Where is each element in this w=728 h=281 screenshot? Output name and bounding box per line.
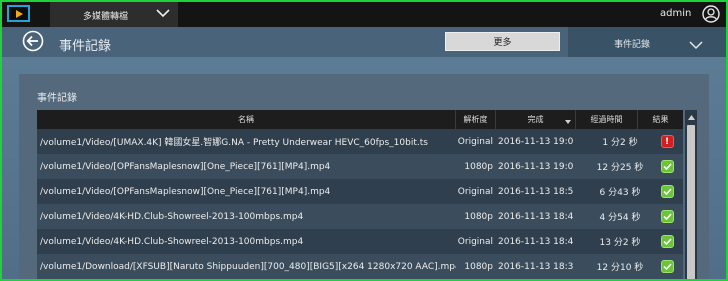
row-file-name: /volume1/Video/4K-HD.Club-Showreel-2013-… [40,211,304,222]
row-resolution: Original [457,236,493,247]
table-row[interactable]: /volume1/Video/[OPFansMaplesnow][One_Pie… [37,179,683,204]
row-done-time: 2016-11-13 18:5... [498,186,574,197]
user-icon[interactable] [702,5,720,27]
row-resolution: 1080p [464,261,493,272]
row-resolution: Original [457,136,493,147]
column-header-name[interactable]: 名稱 [37,110,456,129]
chevron-down-icon [156,8,170,21]
table-row[interactable]: /volume1/Video/4K-HD.Club-Showreel-2013-… [37,229,683,254]
view-select-dropdown[interactable]: 事件記錄 [568,27,726,57]
top-bar: 多媒體轉檔 admin [2,2,726,27]
panel-title: 事件記錄 [37,93,77,104]
row-file-name: /volume1/Video/4K-HD.Club-Showreel-2013-… [40,236,304,247]
checkmark-icon [660,185,674,198]
row-done-time: 2016-11-13 18:3... [498,261,574,272]
table-header: 名稱 解析度 完成 經過時間 結果 [37,110,683,129]
row-file-name: /volume1/Download/[XFSUB][Naruto Shippuu… [40,261,456,272]
scrollbar-thumb[interactable] [687,125,695,279]
table-row[interactable]: /volume1/Video/[OPFansMaplesnow][One_Pie… [37,154,683,179]
app-logo-icon[interactable] [7,5,30,22]
scroll-up-icon[interactable] [685,110,697,124]
column-header-done-label: 完成 [527,115,544,124]
row-done-time: 2016-11-13 18:4... [498,211,574,222]
checkmark-icon [660,235,674,248]
column-header-elapsed[interactable]: 經過時間 [576,110,638,129]
error-icon: ! [660,135,674,148]
app-menu-label: 多媒體轉檔 [83,12,129,22]
app-menu-dropdown[interactable]: 多媒體轉檔 [50,2,178,27]
row-resolution: 1080p [464,211,493,222]
table-row[interactable]: /volume1/Download/[XFSUB][Naruto Shippuu… [37,254,683,279]
chevron-down-icon [689,35,703,54]
column-header-resolution[interactable]: 解析度 [456,110,496,129]
table-row[interactable]: /volume1/Video/4K-HD.Club-Showreel-2013-… [37,204,683,229]
page-title: 事件記錄 [59,39,112,54]
row-done-time: 2016-11-13 19:0... [498,136,574,147]
checkmark-icon [660,260,674,273]
view-select-label: 事件記錄 [614,40,651,50]
username[interactable]: admin [660,8,691,19]
row-done-time: 2016-11-13 19:0... [498,161,574,172]
row-file-name: /volume1/Video/[UMAX.4K] 韓國女星.智娜G.NA - P… [40,138,428,148]
sort-desc-icon [565,117,571,126]
page-header: 事件記錄 更多 事件記錄 [2,27,726,57]
column-header-done[interactable]: 完成 [496,110,576,129]
event-log-panel: 事件記錄 名稱 解析度 完成 經過時間 結果 /volume1/Video/[U… [19,74,709,279]
row-resolution: 1080p [464,161,493,172]
row-done-time: 2016-11-13 18:4... [498,236,574,247]
row-file-name: /volume1/Video/[OPFansMaplesnow][One_Pie… [40,161,331,172]
app-window: 多媒體轉檔 admin 事件記錄 更多 事件記錄 事件記錄 名稱 解析度 完成 … [0,0,728,281]
table-row[interactable]: /volume1/Video/[UMAX.4K] 韓國女星.智娜G.NA - P… [37,129,683,154]
vertical-scrollbar[interactable] [685,110,697,279]
checkmark-icon [660,160,674,173]
row-resolution: Original [457,186,493,197]
column-header-result[interactable]: 結果 [638,110,683,129]
checkmark-icon [660,210,674,223]
event-table: 名稱 解析度 完成 經過時間 結果 /volume1/Video/[UMAX.4… [37,110,699,279]
back-arrow-icon[interactable] [22,30,44,56]
row-file-name: /volume1/Video/[OPFansMaplesnow][One_Pie… [40,186,331,197]
more-button[interactable]: 更多 [445,32,560,51]
